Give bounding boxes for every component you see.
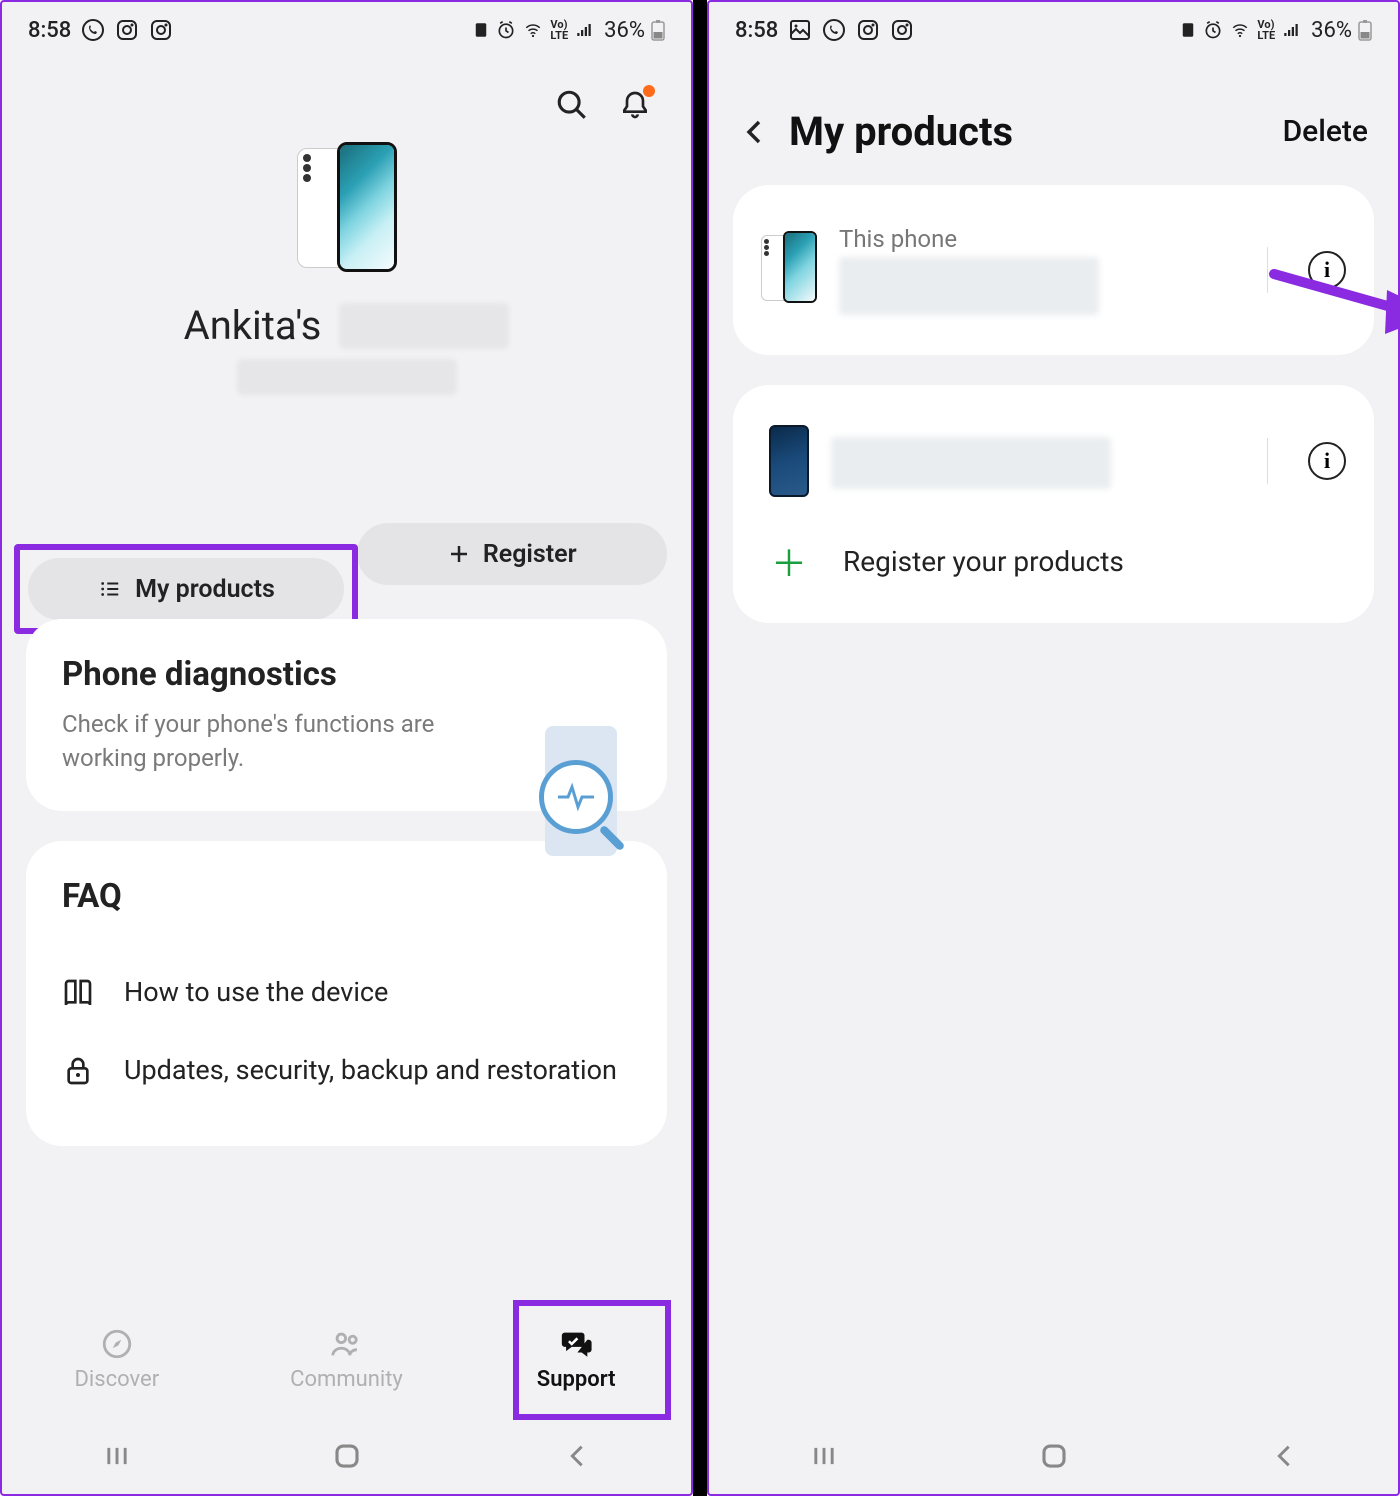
system-nav-bar bbox=[709, 1418, 1398, 1494]
people-icon bbox=[329, 1327, 365, 1361]
device-thumbnail bbox=[761, 231, 817, 309]
notification-dot-icon bbox=[643, 85, 655, 97]
faq-item-label: Updates, security, backup and restoratio… bbox=[124, 1052, 617, 1090]
diagnostics-title: Phone diagnostics bbox=[62, 655, 631, 694]
wifi-icon bbox=[1229, 21, 1251, 39]
image-icon bbox=[788, 18, 812, 42]
divider bbox=[1267, 247, 1268, 293]
list-icon bbox=[97, 578, 123, 600]
notifications-button[interactable] bbox=[619, 89, 651, 121]
faq-item-how-to-use[interactable]: How to use the device bbox=[62, 954, 631, 1032]
battery-percent: 36% bbox=[604, 18, 645, 43]
nav-community[interactable]: Community bbox=[232, 1304, 462, 1414]
register-label: Register bbox=[483, 540, 577, 569]
recents-button[interactable] bbox=[810, 1442, 838, 1470]
page-title: My products bbox=[789, 108, 1263, 155]
plus-icon: ＋ bbox=[769, 535, 809, 587]
register-products-label: Register your products bbox=[843, 545, 1124, 578]
status-time: 8:58 bbox=[735, 18, 778, 43]
system-nav-bar bbox=[2, 1418, 691, 1494]
compass-icon bbox=[100, 1327, 134, 1361]
instagram-icon bbox=[115, 18, 139, 42]
status-time: 8:58 bbox=[28, 18, 71, 43]
battery-icon bbox=[651, 19, 665, 41]
instagram-icon bbox=[890, 18, 914, 42]
battery-saver-icon bbox=[472, 21, 490, 39]
back-icon[interactable] bbox=[739, 117, 769, 147]
battery-icon bbox=[1358, 19, 1372, 41]
redacted-text bbox=[339, 303, 509, 349]
highlight-support-tab bbox=[513, 1300, 671, 1420]
faq-card: FAQ How to use the device Updates, secur… bbox=[26, 841, 667, 1146]
register-button[interactable]: Register bbox=[357, 523, 668, 585]
home-button[interactable] bbox=[332, 1441, 362, 1471]
alarm-icon bbox=[1203, 20, 1223, 40]
nav-discover[interactable]: Discover bbox=[2, 1304, 232, 1414]
nav-label: Discover bbox=[74, 1367, 159, 1392]
register-products-row[interactable]: ＋ Register your products bbox=[761, 511, 1346, 597]
device-thumbnail bbox=[769, 425, 809, 497]
volte-icon: Vo)LTE bbox=[1257, 19, 1275, 41]
status-bar: 8:58 Vo)LTE 36% bbox=[709, 2, 1398, 58]
diagnostics-subtitle: Check if your phone's functions are work… bbox=[62, 708, 462, 775]
status-bar: 8:58 Vo)LTE 36% bbox=[2, 2, 691, 58]
info-button[interactable]: i bbox=[1308, 442, 1346, 480]
my-products-button[interactable]: My products bbox=[28, 558, 344, 620]
my-products-label: My products bbox=[135, 575, 275, 604]
alarm-icon bbox=[496, 20, 516, 40]
back-button[interactable] bbox=[1270, 1442, 1298, 1470]
diagnostics-icon bbox=[531, 726, 631, 866]
volte-icon: Vo)LTE bbox=[550, 19, 568, 41]
redacted-text bbox=[839, 257, 1099, 315]
faq-title: FAQ bbox=[62, 877, 631, 916]
back-button[interactable] bbox=[563, 1442, 591, 1470]
plus-icon bbox=[447, 542, 471, 566]
product-label: This phone bbox=[839, 225, 1227, 253]
instagram-icon bbox=[856, 18, 880, 42]
wifi-icon bbox=[522, 21, 544, 39]
screenshot-support-screen: 8:58 Vo)LTE 36% Ankita' bbox=[0, 0, 693, 1496]
lock-icon bbox=[62, 1055, 94, 1087]
recents-button[interactable] bbox=[103, 1442, 131, 1470]
book-icon bbox=[62, 977, 94, 1009]
delete-button[interactable]: Delete bbox=[1283, 114, 1368, 149]
whatsapp-icon bbox=[81, 18, 105, 42]
owner-name-prefix: Ankita's bbox=[184, 302, 322, 349]
divider bbox=[1267, 438, 1268, 484]
screenshot-my-products-screen: 8:58 Vo)LTE 36% My products Delete bbox=[707, 0, 1400, 1496]
signal-icon bbox=[1281, 21, 1301, 39]
product-card-other: i ＋ Register your products bbox=[733, 385, 1374, 623]
search-icon[interactable] bbox=[555, 88, 589, 122]
battery-saver-icon bbox=[1179, 21, 1197, 39]
redacted-text bbox=[831, 437, 1111, 489]
device-hero: Ankita's bbox=[2, 142, 691, 395]
redacted-text bbox=[237, 359, 457, 395]
faq-item-label: How to use the device bbox=[124, 974, 388, 1012]
whatsapp-icon bbox=[822, 18, 846, 42]
product-card-this-phone[interactable]: This phone i bbox=[733, 185, 1374, 355]
product-row[interactable]: i bbox=[761, 411, 1346, 511]
faq-item-updates-security[interactable]: Updates, security, backup and restoratio… bbox=[62, 1032, 631, 1110]
nav-label: Community bbox=[290, 1367, 403, 1392]
battery-percent: 36% bbox=[1311, 18, 1352, 43]
signal-icon bbox=[574, 21, 594, 39]
home-button[interactable] bbox=[1039, 1441, 1069, 1471]
info-button[interactable]: i bbox=[1308, 251, 1346, 289]
instagram-icon bbox=[149, 18, 173, 42]
